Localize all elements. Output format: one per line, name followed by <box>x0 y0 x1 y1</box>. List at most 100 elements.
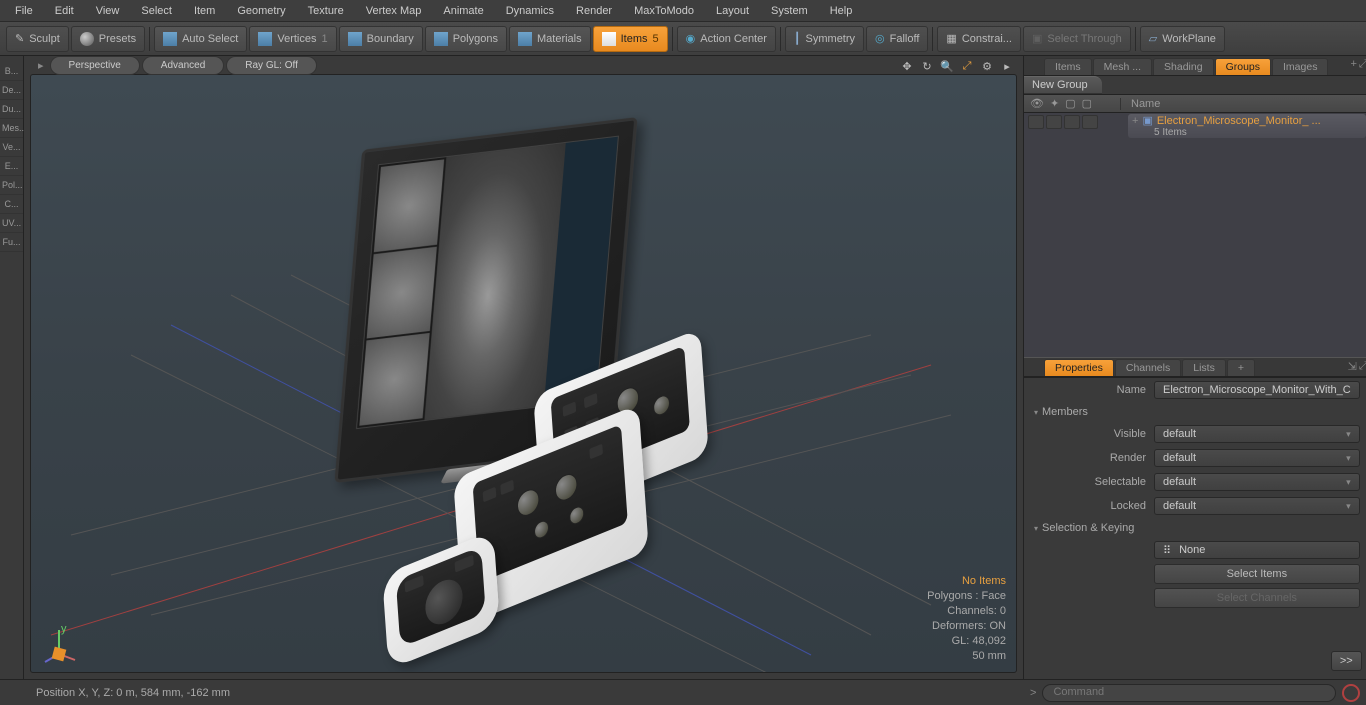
menu-file[interactable]: File <box>4 2 44 20</box>
tab-shading[interactable]: Shading <box>1153 58 1214 75</box>
actioncenter-button[interactable]: ◉Action Center <box>677 26 776 52</box>
properties-section: Name Electron_Microscope_Monitor_With_C … <box>1024 377 1366 679</box>
menu-geometry[interactable]: Geometry <box>226 2 296 20</box>
fit-icon[interactable]: ⤢ <box>959 58 975 74</box>
viewport-overlay: No Items Polygons : Face Channels: 0 Def… <box>927 574 1006 664</box>
tab-items[interactable]: Items <box>1044 58 1092 75</box>
name-field[interactable]: Electron_Microscope_Monitor_With_C <box>1154 381 1360 399</box>
viewport-tabs: ▸ Perspective Advanced Ray GL: Off <box>34 56 317 75</box>
visible-label: Visible <box>1034 428 1146 440</box>
constrain-button[interactable]: ▦Constrai... <box>937 26 1021 52</box>
overlay-deformers: Deformers: ON <box>927 619 1006 634</box>
symmetry-icon: ┃ <box>794 32 801 45</box>
rotate-icon[interactable]: ↻ <box>919 58 935 74</box>
sel-icon[interactable]: ▢ <box>1082 97 1092 110</box>
go-button[interactable]: >> <box>1331 651 1362 671</box>
sculpt-button[interactable]: ✎Sculpt <box>6 26 69 52</box>
render-dropdown[interactable]: default <box>1154 449 1360 467</box>
keying-none[interactable]: ⠿None <box>1154 541 1360 559</box>
menu-texture[interactable]: Texture <box>297 2 355 20</box>
tab-lists[interactable]: Lists <box>1182 359 1226 376</box>
menu-system[interactable]: System <box>760 2 819 20</box>
record-button[interactable] <box>1342 684 1360 702</box>
items-button[interactable]: Items5 <box>593 26 668 52</box>
workplane-button[interactable]: ▱WorkPlane <box>1140 26 1225 52</box>
select-channels-button[interactable]: Select Channels <box>1154 588 1360 608</box>
select-items-button[interactable]: Select Items <box>1154 564 1360 584</box>
menu-dynamics[interactable]: Dynamics <box>495 2 565 20</box>
expand-icon[interactable]: ⤢ <box>1359 58 1366 71</box>
tab-groups[interactable]: Groups <box>1215 58 1271 75</box>
visible-dropdown[interactable]: default <box>1154 425 1360 443</box>
group-list[interactable]: +▣Electron_Microscope_Monitor_ ... 5 Ite… <box>1024 113 1366 357</box>
viewport-menu-icon[interactable]: ▸ <box>34 56 48 75</box>
materials-button[interactable]: Materials <box>509 26 591 52</box>
selectthrough-button[interactable]: ▣Select Through <box>1023 26 1131 52</box>
left-tab[interactable]: Mes... <box>0 119 23 138</box>
left-tab[interactable]: B... <box>0 62 23 81</box>
group-count: 5 Items <box>1132 127 1362 138</box>
polygons-button[interactable]: Polygons <box>425 26 507 52</box>
viewport-tab-advanced[interactable]: Advanced <box>142 56 224 75</box>
left-tab[interactable]: De... <box>0 81 23 100</box>
chevron-right-icon[interactable]: ▸ <box>999 58 1015 74</box>
eye-icon[interactable]: 👁 <box>1030 97 1044 110</box>
menu-animate[interactable]: Animate <box>432 2 494 20</box>
menu-layout[interactable]: Layout <box>705 2 760 20</box>
lock-icon[interactable]: ▢ <box>1065 97 1075 110</box>
symmetry-button[interactable]: ┃Symmetry <box>785 26 864 52</box>
group-row[interactable]: +▣Electron_Microscope_Monitor_ ... 5 Ite… <box>1024 113 1366 143</box>
menu-view[interactable]: View <box>85 2 131 20</box>
left-tab[interactable]: E... <box>0 157 23 176</box>
left-tab[interactable]: Ve... <box>0 138 23 157</box>
section-selkey[interactable]: Selection & Keying <box>1024 518 1366 538</box>
viewport-tab-raygl[interactable]: Ray GL: Off <box>226 56 317 75</box>
left-tab[interactable]: UV... <box>0 214 23 233</box>
selectable-label: Selectable <box>1034 476 1146 488</box>
axis-gizmo[interactable]: y <box>39 624 79 664</box>
tab-add[interactable]: + <box>1227 359 1255 376</box>
zoom-icon[interactable]: 🔍 <box>939 58 955 74</box>
overlay-noitems: No Items <box>927 574 1006 589</box>
left-tab[interactable]: C... <box>0 195 23 214</box>
edges-button[interactable]: Boundary <box>339 26 423 52</box>
falloff-button[interactable]: ◎Falloff <box>866 26 928 52</box>
tab-properties[interactable]: Properties <box>1044 359 1114 376</box>
3d-viewport[interactable]: No Items Polygons : Face Channels: 0 Def… <box>30 74 1017 673</box>
autoselect-button[interactable]: Auto Select <box>154 26 247 52</box>
menu-item[interactable]: Item <box>183 2 226 20</box>
menu-edit[interactable]: Edit <box>44 2 85 20</box>
render-label: Render <box>1034 452 1146 464</box>
new-group-button[interactable]: New Group <box>1024 76 1102 94</box>
locked-dropdown[interactable]: default <box>1154 497 1360 515</box>
left-tab[interactable]: Fu... <box>0 233 23 252</box>
tab-channels[interactable]: Channels <box>1115 359 1181 376</box>
render-icon[interactable]: ✦ <box>1050 97 1059 110</box>
move-icon[interactable]: ✥ <box>899 58 915 74</box>
menu-vertexmap[interactable]: Vertex Map <box>355 2 433 20</box>
section-members[interactable]: Members <box>1024 402 1366 422</box>
presets-button[interactable]: Presets <box>71 26 145 52</box>
tab-mesh[interactable]: Mesh ... <box>1093 58 1152 75</box>
col-name[interactable]: Name <box>1120 98 1366 110</box>
tab-images[interactable]: Images <box>1272 58 1328 75</box>
menu-help[interactable]: Help <box>819 2 864 20</box>
expand-icon[interactable]: ⤢ <box>1359 360 1366 373</box>
overlay-gl: GL: 48,092 <box>927 634 1006 649</box>
plus-icon[interactable]: + <box>1132 115 1138 127</box>
vertices-button[interactable]: Vertices1 <box>249 26 336 52</box>
command-input[interactable]: Command <box>1042 684 1336 702</box>
plus-icon[interactable]: + <box>1350 58 1356 71</box>
selectable-dropdown[interactable]: default <box>1154 473 1360 491</box>
left-tab[interactable]: Pol... <box>0 176 23 195</box>
gear-icon[interactable]: ⚙ <box>979 58 995 74</box>
brush-icon: ✎ <box>15 32 24 45</box>
viewport-tab-perspective[interactable]: Perspective <box>50 56 140 75</box>
left-tab[interactable]: Du... <box>0 100 23 119</box>
collapse-icon[interactable]: ⇲ <box>1348 360 1357 373</box>
group-name[interactable]: Electron_Microscope_Monitor_ ... <box>1157 115 1321 127</box>
menu-maxtomodo[interactable]: MaxToModo <box>623 2 705 20</box>
menu-render[interactable]: Render <box>565 2 623 20</box>
dots-icon: ⠿ <box>1163 544 1171 557</box>
menu-select[interactable]: Select <box>130 2 183 20</box>
